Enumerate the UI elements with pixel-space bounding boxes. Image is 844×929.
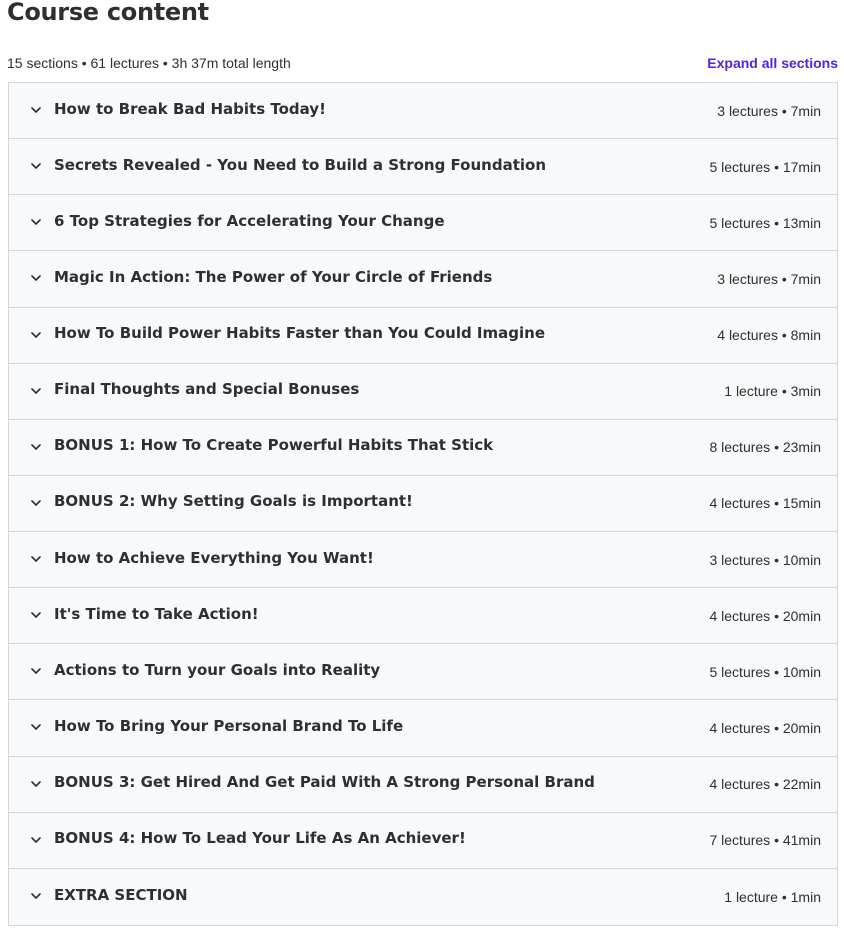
section-lecture-count: 4 lectures • 15min [709, 495, 821, 512]
section-title: BONUS 2: Why Setting Goals is Important! [54, 492, 413, 511]
chevron-down-icon [29, 160, 43, 174]
chevron-down-icon [29, 777, 43, 791]
chevron-down-icon [29, 328, 43, 342]
course-section-toggle[interactable]: Secrets Revealed - You Need to Build a S… [9, 139, 837, 196]
course-section-toggle[interactable]: 6 Top Strategies for Accelerating Your C… [9, 195, 837, 252]
section-title: BONUS 1: How To Create Powerful Habits T… [54, 436, 494, 455]
course-section-toggle[interactable]: BONUS 2: Why Setting Goals is Important!… [9, 475, 837, 532]
section-lecture-count: 1 lecture • 1min [724, 888, 821, 905]
section-title: How to Break Bad Habits Today! [54, 99, 326, 118]
course-section-toggle[interactable]: Final Thoughts and Special Bonuses 1 lect… [9, 363, 837, 420]
section-lecture-count: 5 lectures • 13min [709, 214, 821, 231]
course-section-toggle[interactable]: BONUS 3: Get Hired And Get Paid With A S… [9, 756, 837, 813]
section-lecture-count: 4 lectures • 20min [709, 719, 821, 736]
section-title: It's Time to Take Action! [54, 604, 259, 623]
section-title: Secrets Revealed - You Need to Build a S… [54, 155, 546, 174]
course-summary: 15 sections • 61 lectures • 3h 37m total… [7, 55, 291, 71]
chevron-down-icon [29, 609, 43, 623]
section-lecture-count: 8 lectures • 23min [709, 439, 821, 456]
course-section-toggle[interactable]: How To Build Power Habits Faster than Yo… [9, 307, 837, 364]
chevron-down-icon [29, 384, 43, 398]
course-section-toggle[interactable]: EXTRA SECTION 1 lecture • 1min [9, 868, 837, 925]
chevron-down-icon [29, 216, 43, 230]
section-title: EXTRA SECTION [54, 885, 188, 904]
course-section-toggle[interactable]: BONUS 4: How To Lead Your Life As An Ach… [9, 812, 837, 869]
course-section-toggle[interactable]: Actions to Turn your Goals into Reality 5… [9, 644, 837, 701]
section-title: Actions to Turn your Goals into Reality [54, 660, 381, 679]
chevron-down-icon [29, 833, 43, 847]
section-title: How to Achieve Everything You Want! [54, 548, 374, 567]
expand-all-sections-button[interactable]: Expand all sections [707, 54, 838, 72]
course-section-toggle[interactable]: BONUS 1: How To Create Powerful Habits T… [9, 419, 837, 476]
section-title: Final Thoughts and Special Bonuses [54, 380, 360, 399]
section-lecture-count: 3 lectures • 7min [717, 270, 821, 287]
section-title: How To Bring Your Personal Brand To Life [54, 716, 404, 735]
section-title: BONUS 4: How To Lead Your Life As An Ach… [54, 829, 466, 848]
course-section-toggle[interactable]: How to Break Bad Habits Today! 3 lectures… [9, 83, 837, 140]
section-title: BONUS 3: Get Hired And Get Paid With A S… [54, 773, 595, 792]
chevron-down-icon [29, 721, 43, 735]
section-lecture-count: 3 lectures • 10min [709, 551, 821, 568]
section-lecture-count: 5 lectures • 10min [709, 663, 821, 680]
course-section-toggle[interactable]: How to Achieve Everything You Want! 3 lec… [9, 532, 837, 589]
section-title: How To Build Power Habits Faster than Yo… [54, 324, 545, 343]
chevron-down-icon [29, 104, 43, 118]
chevron-down-icon [29, 496, 43, 510]
section-lecture-count: 4 lectures • 22min [709, 776, 821, 793]
chevron-down-icon [29, 890, 43, 904]
chevron-down-icon [29, 553, 43, 567]
section-lecture-count: 1 lecture • 3min [724, 383, 821, 400]
course-sections-list: How to Break Bad Habits Today! 3 lectures… [8, 82, 838, 926]
section-lecture-count: 7 lectures • 41min [709, 832, 821, 849]
chevron-down-icon [29, 272, 43, 286]
section-lecture-count: 4 lectures • 8min [717, 327, 821, 344]
course-section-toggle[interactable]: Magic In Action: The Power of Your Circl… [9, 251, 837, 308]
section-title: Magic In Action: The Power of Your Circl… [54, 267, 493, 286]
chevron-down-icon [29, 665, 43, 679]
section-lecture-count: 3 lectures • 7min [717, 102, 821, 119]
course-section-toggle[interactable]: It's Time to Take Action! 4 lectures • 20… [9, 588, 837, 645]
section-lecture-count: 5 lectures • 17min [709, 158, 821, 175]
chevron-down-icon [29, 440, 43, 454]
section-title: 6 Top Strategies for Accelerating Your C… [54, 211, 445, 230]
page-title: Course content [7, 0, 209, 26]
course-section-toggle[interactable]: How To Bring Your Personal Brand To Life… [9, 700, 837, 757]
section-lecture-count: 4 lectures • 20min [709, 607, 821, 624]
